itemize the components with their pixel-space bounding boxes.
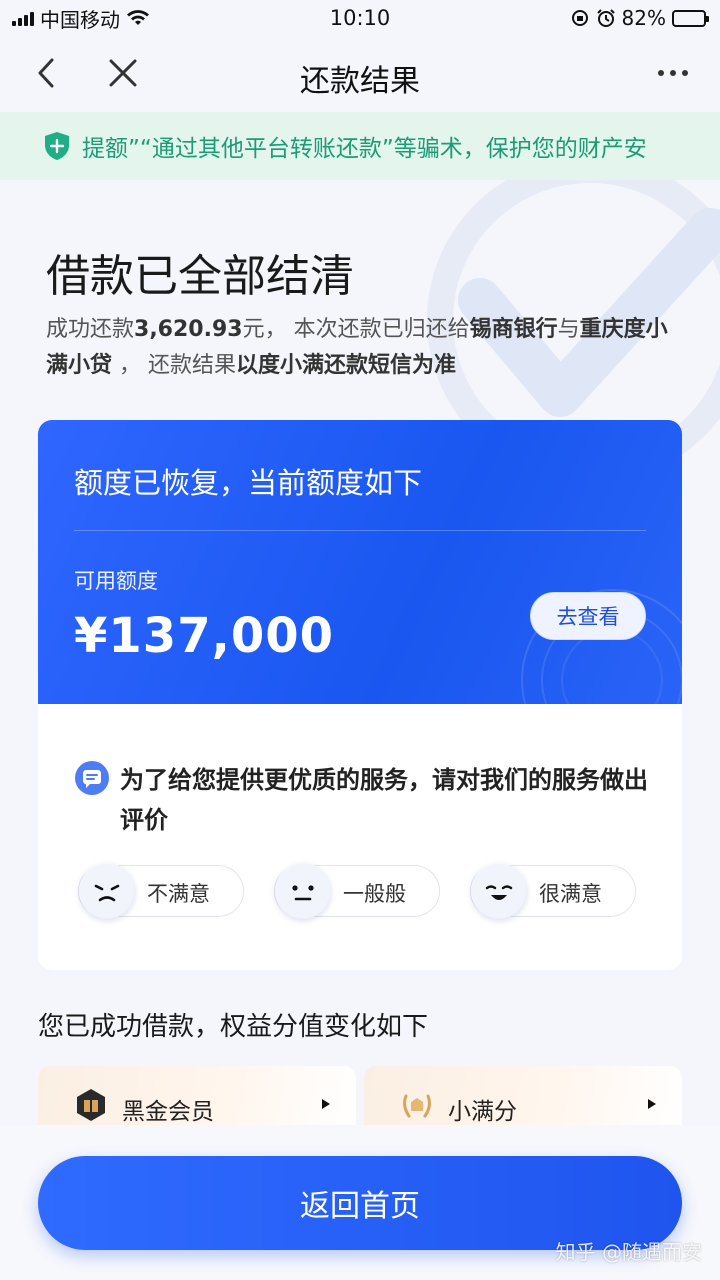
- back-arrow-icon[interactable]: [30, 56, 64, 90]
- nav-bar: 还款结果: [0, 36, 720, 112]
- alarm-icon: [596, 9, 615, 27]
- play-arrow-icon: [648, 1099, 656, 1109]
- notice-text: 提额”“通过其他平台转账还款”等骗术，保护您的财产安: [82, 136, 647, 162]
- rating-satisfied[interactable]: 很满意: [470, 863, 636, 919]
- result-title: 借款已全部结清: [46, 251, 354, 302]
- happy-face-icon: [471, 863, 527, 919]
- play-arrow-icon: [322, 1099, 330, 1109]
- subtitle-part: 元， 本次还款已归还给: [242, 317, 470, 342]
- subtitle-part: ， 还款结果: [112, 353, 237, 378]
- laurel-score-icon: [403, 1094, 431, 1118]
- chat-bubble-icon: [75, 761, 109, 795]
- credit-label: 可用额度: [74, 569, 158, 593]
- benefits-title: 您已成功借款，权益分值变化如下: [38, 1012, 429, 1042]
- black-gold-member-icon: [77, 1089, 105, 1121]
- subtitle-part: 与: [557, 317, 580, 342]
- rating-options: 不满意 一般般 很满意: [78, 863, 648, 919]
- repaid-amount: 3,620.93: [134, 317, 243, 342]
- benefit-label: 小满分: [448, 1099, 517, 1125]
- credit-card: 额度已恢复，当前额度如下 可用额度 ¥137,000 去查看 为了给您提供更优质…: [38, 420, 682, 970]
- close-icon[interactable]: [106, 56, 140, 90]
- rating-label: 不满意: [147, 882, 210, 906]
- survey-question: 为了给您提供更优质的服务，请对我们的服务做出评价: [74, 760, 654, 840]
- rating-label: 很满意: [539, 882, 602, 906]
- lender-name: 锡商银行: [469, 317, 558, 342]
- watermark-text: 知乎 @随遇而安: [555, 1240, 702, 1264]
- status-right: 82%: [570, 6, 709, 30]
- shield-plus-icon: [45, 132, 69, 160]
- carrier-name: 中国移动: [40, 7, 120, 32]
- subtitle-part: 成功还款: [46, 317, 135, 342]
- wifi-icon: [127, 10, 149, 25]
- status-bar: 中国移动 10:10 82%: [0, 0, 720, 36]
- sms-note: 以度小满还款短信为准: [236, 353, 457, 378]
- neutral-face-icon: [275, 863, 331, 919]
- survey-question-text: 为了给您提供更优质的服务，请对我们的服务做出评价: [120, 766, 648, 834]
- battery-percent: 82%: [621, 6, 666, 30]
- rotation-lock-icon: [571, 10, 588, 26]
- rating-neutral[interactable]: 一般般: [274, 863, 440, 919]
- result-subtitle: 成功还款3,620.93元， 本次还款已归还给锡商银行与重庆度小满小贷 ， 还款…: [46, 312, 686, 384]
- unhappy-face-icon: [79, 863, 135, 919]
- battery-icon: [672, 9, 709, 27]
- rating-label: 一般般: [343, 882, 406, 906]
- credit-heading: 额度已恢复，当前额度如下: [74, 466, 423, 500]
- benefit-label: 黑金会员: [122, 1099, 214, 1125]
- more-dots-icon[interactable]: [656, 58, 690, 88]
- signal-icon: [12, 10, 34, 26]
- credit-panel: 额度已恢复，当前额度如下 可用额度 ¥137,000 去查看: [38, 420, 682, 704]
- status-left: 中国移动: [12, 4, 150, 33]
- view-credit-button[interactable]: 去查看: [530, 592, 646, 640]
- card-divider: [74, 530, 646, 531]
- credit-amount: ¥137,000: [74, 608, 335, 664]
- rating-unsatisfied[interactable]: 不满意: [78, 863, 244, 919]
- security-notice[interactable]: 提额”“通过其他平台转账还款”等骗术，保护您的财产安: [0, 112, 720, 180]
